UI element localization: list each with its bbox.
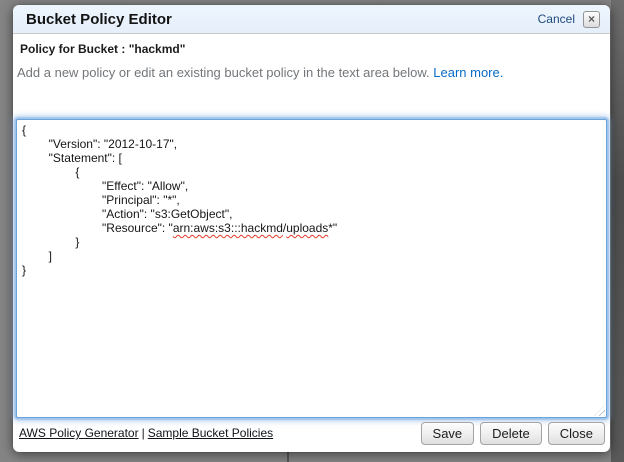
save-button[interactable]: Save xyxy=(421,422,475,445)
footer-buttons: Save Delete Close xyxy=(421,422,605,445)
backdrop-page-band xyxy=(611,0,624,462)
policy-textarea[interactable]: { "Version": "2012-10-17", "Statement": … xyxy=(16,119,607,418)
dialog-footer: AWS Policy Generator|Sample Bucket Polic… xyxy=(13,418,610,452)
learn-more-link[interactable]: Learn more. xyxy=(433,65,503,80)
bucket-policy-editor-dialog: Bucket Policy Editor Cancel × Policy for… xyxy=(13,5,610,452)
link-separator: | xyxy=(142,426,145,440)
footer-links: AWS Policy Generator|Sample Bucket Polic… xyxy=(19,426,273,440)
bucket-heading: Policy for Bucket : "hackmd" xyxy=(20,42,610,56)
policy-textarea-content[interactable]: { "Version": "2012-10-17", "Statement": … xyxy=(17,120,606,417)
sample-bucket-policies-link[interactable]: Sample Bucket Policies xyxy=(148,426,273,440)
cancel-link[interactable]: Cancel xyxy=(538,12,575,26)
close-button[interactable]: Close xyxy=(548,422,605,445)
description-text: Add a new policy or edit an existing buc… xyxy=(17,65,430,80)
close-icon[interactable]: × xyxy=(583,11,600,28)
delete-button[interactable]: Delete xyxy=(480,422,542,445)
dialog-header: Bucket Policy Editor Cancel × xyxy=(13,5,610,34)
dialog-description: Add a new policy or edit an existing buc… xyxy=(17,65,610,80)
dialog-title: Bucket Policy Editor xyxy=(26,11,172,28)
aws-policy-generator-link[interactable]: AWS Policy Generator xyxy=(19,426,139,440)
